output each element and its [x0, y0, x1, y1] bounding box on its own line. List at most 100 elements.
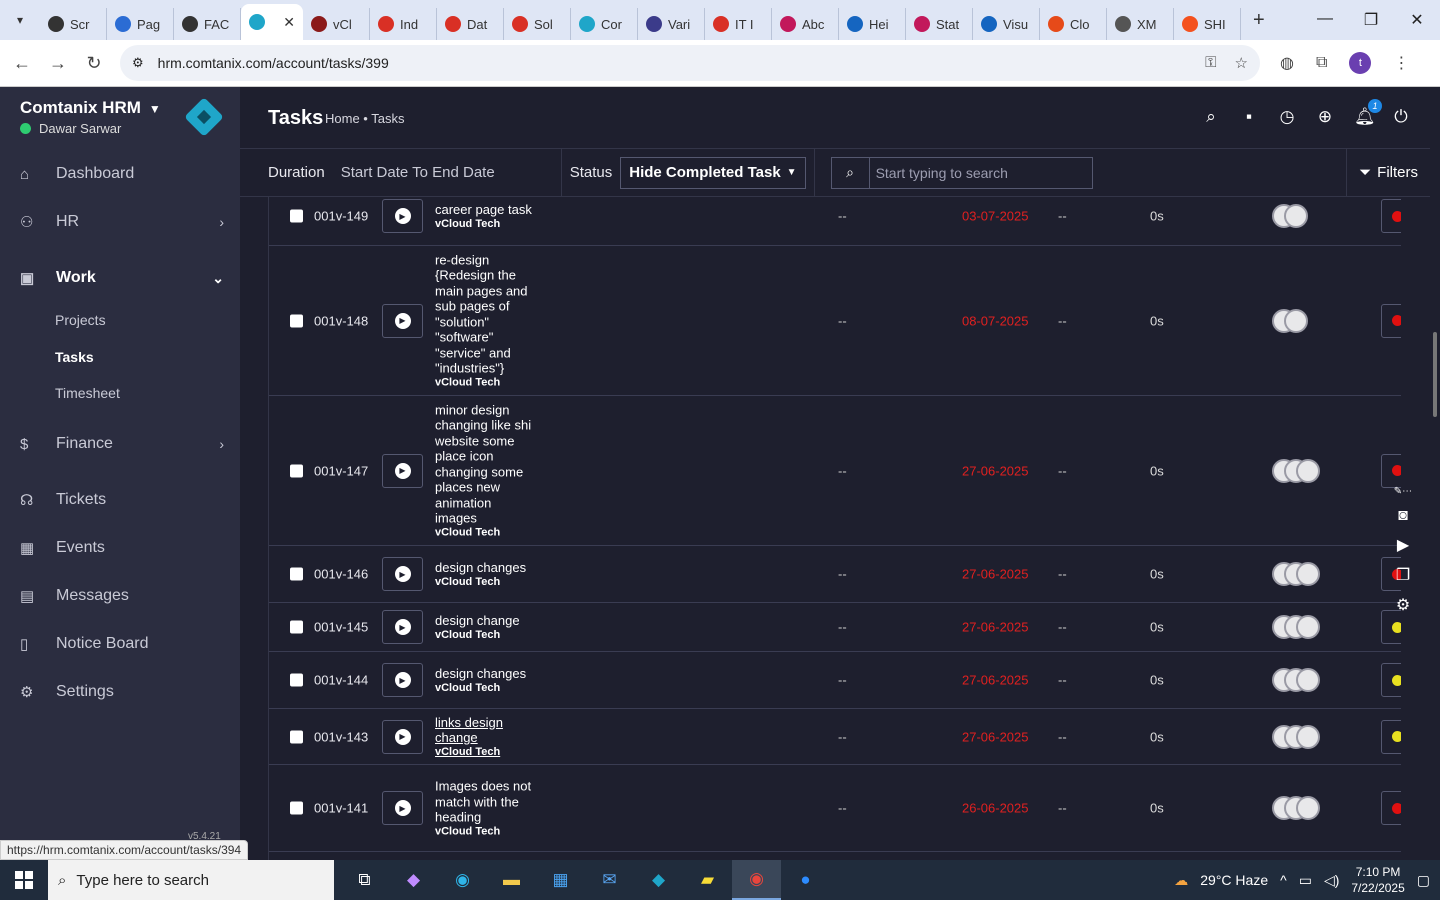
table-row[interactable]: 001v-147 ▶ minor design changing like shi …: [269, 396, 1401, 546]
avatar[interactable]: [1296, 615, 1320, 639]
task-code[interactable]: 001v-146: [314, 567, 368, 582]
extensions-icon[interactable]: ⧉: [1316, 54, 1327, 72]
task-project[interactable]: vCloud Tech: [435, 376, 535, 389]
table-row[interactable]: 001v-149 ▶ career page task vCloud Tech -- 03…: [269, 197, 1401, 246]
close-tab-icon[interactable]: ✕: [283, 14, 295, 31]
zoom-icon[interactable]: ●: [781, 860, 830, 900]
task-name[interactable]: links design change: [435, 715, 535, 746]
browser-tab[interactable]: FAC: [174, 8, 241, 40]
table-row[interactable]: 001v-141 ▶ Images does not match with the …: [269, 765, 1401, 852]
assignee-avatars[interactable]: [1272, 204, 1308, 228]
window-icon[interactable]: ❐: [1396, 565, 1410, 585]
company-switcher[interactable]: Comtanix HRM ▼: [20, 98, 161, 118]
start-timer-button[interactable]: ▶: [382, 610, 423, 644]
tab-search-icon[interactable]: ▾: [0, 0, 40, 40]
browser-tab[interactable]: Dat: [437, 8, 504, 40]
browser-tab[interactable]: XM: [1107, 8, 1174, 40]
table-row[interactable]: 001v-145 ▶ design change vCloud Tech -- 27-06…: [269, 603, 1401, 652]
task-name[interactable]: Images does not match with the heading: [435, 778, 535, 825]
close-window-icon[interactable]: ✕: [1394, 10, 1440, 30]
mail-icon[interactable]: ✉: [585, 860, 634, 900]
status-select[interactable]: Hide Completed Task ▼: [620, 156, 806, 189]
assignee-avatars[interactable]: [1272, 796, 1320, 820]
browser-tab[interactable]: IT I: [705, 8, 772, 40]
sidebar-item-finance[interactable]: $ Finance ›: [0, 424, 240, 464]
weather-text[interactable]: 29°C Haze: [1200, 872, 1268, 888]
row-checkbox[interactable]: [290, 730, 303, 743]
priority-status-button[interactable]: [1381, 303, 1401, 338]
browser-tab[interactable]: Ind: [370, 8, 437, 40]
browser-tab[interactable]: Hei: [839, 8, 906, 40]
bookmark-star-icon[interactable]: ☆: [1235, 54, 1248, 72]
store-icon[interactable]: ▦: [536, 860, 585, 900]
app-logo[interactable]: [184, 97, 224, 137]
sidebar-item-work[interactable]: ▣ Work ⌄: [0, 258, 240, 298]
browser-tab[interactable]: Scr: [40, 8, 107, 40]
task-code[interactable]: 001v-144: [314, 673, 368, 688]
browser-tab[interactable]: Vari: [638, 8, 705, 40]
sidebar-subitem-timesheet[interactable]: Timesheet: [55, 385, 120, 401]
start-timer-button[interactable]: ▶: [382, 453, 423, 488]
start-timer-button[interactable]: ▶: [382, 303, 423, 338]
avatar[interactable]: [1296, 796, 1320, 820]
search-icon[interactable]: ⌕: [1202, 107, 1220, 127]
avatar[interactable]: [1284, 204, 1308, 228]
sidebar-item-settings[interactable]: ⚙ Settings: [0, 672, 240, 712]
power-icon[interactable]: ⏻: [1392, 107, 1410, 127]
priority-status-button[interactable]: [1381, 199, 1401, 233]
browser-menu-icon[interactable]: ⋮: [1393, 53, 1409, 73]
task-name[interactable]: design changes: [435, 560, 535, 576]
assignee-avatars[interactable]: [1272, 458, 1320, 483]
task-name[interactable]: re-design {Redesign the main pages and s…: [435, 252, 535, 376]
task-code[interactable]: 001v-147: [314, 463, 368, 478]
browser-tab[interactable]: Stat: [906, 8, 973, 40]
avatar[interactable]: [1284, 308, 1308, 333]
file-explorer-icon[interactable]: ▬: [487, 860, 536, 900]
forward-icon[interactable]: →: [40, 53, 76, 74]
priority-status-button[interactable]: [1381, 453, 1401, 488]
table-row[interactable]: 001v-146 ▶ design changes vCloud Tech -- 27-0…: [269, 546, 1401, 603]
sidebar-subitem-projects[interactable]: Projects: [55, 312, 106, 328]
table-row[interactable]: 001v-143 ▶ links design change vCloud Tech -…: [269, 709, 1401, 765]
clock[interactable]: 7:10 PM 7/22/2025: [1351, 864, 1404, 896]
task-code[interactable]: 001v-149: [314, 209, 368, 224]
camera-icon[interactable]: ◙: [1398, 507, 1408, 525]
task-project[interactable]: vCloud Tech: [435, 526, 535, 539]
browser-tab[interactable]: Visu: [973, 8, 1040, 40]
row-checkbox[interactable]: [290, 673, 303, 687]
row-checkbox[interactable]: [290, 620, 303, 634]
copilot-icon[interactable]: ◆: [389, 860, 438, 900]
task-project[interactable]: vCloud Tech: [435, 217, 535, 230]
sidebar-item-dashboard[interactable]: ⌂ Dashboard: [0, 154, 240, 194]
browser-tab[interactable]: Pag: [107, 8, 174, 40]
priority-status-button[interactable]: [1381, 791, 1401, 825]
avatar[interactable]: [1296, 668, 1320, 692]
edit-icon[interactable]: ✎⋯: [1394, 486, 1412, 497]
gear-icon[interactable]: ⚙: [1396, 595, 1410, 615]
task-name-cell[interactable]: minor design changing like shi website s…: [435, 402, 535, 539]
sticky-notes-icon[interactable]: ▰: [683, 860, 732, 900]
task-name-cell[interactable]: design change vCloud Tech: [435, 613, 535, 642]
avatar[interactable]: [1296, 458, 1320, 483]
sidebar-item-messages[interactable]: ▤ Messages: [0, 576, 240, 616]
date-range-picker[interactable]: Start Date To End Date: [341, 164, 561, 181]
site-info-icon[interactable]: ⚙: [132, 55, 144, 71]
scrollbar-thumb[interactable]: [1433, 332, 1437, 417]
page-scrollbar[interactable]: [1430, 87, 1440, 860]
task-name[interactable]: design changes: [435, 666, 535, 682]
sidebar-item-hr[interactable]: ⚇ HR ›: [0, 202, 240, 242]
browser-tab[interactable]: vCl: [303, 8, 370, 40]
start-timer-button[interactable]: ▶: [382, 557, 423, 591]
taskbar-search[interactable]: ⌕ Type here to search: [48, 860, 334, 900]
task-code[interactable]: 001v-145: [314, 620, 368, 635]
tray-chevron-icon[interactable]: ^: [1280, 872, 1287, 888]
task-name-cell[interactable]: design changes vCloud Tech: [435, 666, 535, 695]
notification-center-icon[interactable]: ▢: [1417, 872, 1430, 889]
sidebar-subitem-tasks[interactable]: Tasks: [55, 349, 94, 365]
sticky-note-icon[interactable]: ▪: [1240, 107, 1258, 127]
task-project[interactable]: vCloud Tech: [435, 825, 535, 838]
url-field[interactable]: ⚙ hrm.comtanix.com/account/tasks/399 ⚿ ☆: [120, 45, 1260, 81]
task-name-cell[interactable]: Images does not match with the heading vC…: [435, 778, 535, 838]
bell-icon[interactable]: 🔔︎ 1: [1354, 99, 1382, 127]
assignee-avatars[interactable]: [1272, 562, 1320, 586]
